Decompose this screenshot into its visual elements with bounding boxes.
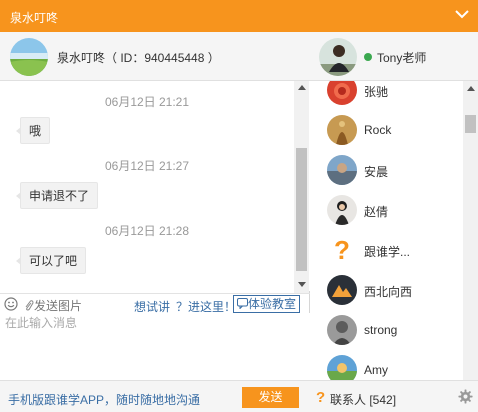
- message-bubble: 可以了吧: [15, 247, 87, 274]
- paperclip-icon: [25, 300, 34, 311]
- contact-name: 张驰: [364, 85, 389, 99]
- message-bubble: 申请退不了: [15, 182, 99, 209]
- input-toolbar: 发送图片 想试讲 ？进这里！ 体验教室: [0, 293, 310, 314]
- message-input[interactable]: 在此输入消息: [0, 313, 310, 380]
- teacher-avatar[interactable]: [319, 38, 357, 76]
- online-status-icon: [364, 53, 372, 61]
- title-bar: 泉水叮咚: [0, 0, 478, 32]
- contact-avatar: [327, 115, 357, 145]
- message-input-placeholder: 在此输入消息: [5, 316, 78, 330]
- message-bubble: 哦: [15, 117, 51, 144]
- contact-item[interactable]: Amy: [310, 351, 462, 380]
- message-timestamp: 06月12日 21:21: [104, 95, 190, 109]
- window-title: 泉水叮咚: [10, 11, 59, 25]
- contact-name: strong: [364, 323, 398, 337]
- message-timestamp: 06月12日 21:27: [104, 159, 190, 173]
- contact-name: 赵倩: [364, 205, 389, 219]
- contact-name: Rock: [364, 123, 392, 137]
- contact-item[interactable]: 赵倩: [310, 191, 462, 231]
- contacts-panel: Tony老师 张驰 Rock 安晨 赵倩 ? 跟谁学... 西北向西 stron…: [310, 32, 478, 412]
- user-avatar[interactable]: [10, 38, 48, 76]
- chat-bubble-icon: [237, 298, 248, 309]
- teacher-header: Tony老师: [310, 32, 478, 81]
- contact-avatar: [327, 275, 357, 305]
- contact-list: 张驰 Rock 安晨 赵倩 ? 跟谁学... 西北向西 strong Amy: [310, 81, 478, 380]
- chat-footer: 手机版跟谁学APP，随时随地地沟通 发送: [0, 380, 310, 412]
- mobile-app-promo-link[interactable]: 手机版跟谁学APP，随时随地地沟通: [8, 391, 200, 408]
- message-timestamp: 06月12日 21:28: [104, 224, 190, 238]
- contact-avatar: [327, 155, 357, 185]
- scroll-down-arrow-icon[interactable]: [298, 282, 306, 287]
- contact-name: Amy: [364, 363, 388, 377]
- contact-item[interactable]: Rock: [310, 111, 462, 151]
- chevron-down-icon[interactable]: [454, 6, 470, 22]
- scroll-up-arrow-icon[interactable]: [298, 85, 306, 90]
- smiley-icon[interactable]: [4, 297, 18, 311]
- contacts-footer: ? 联系人 [542]: [310, 380, 478, 412]
- send-image-label: 发送图片: [34, 299, 83, 313]
- contacts-count-label[interactable]: 联系人 [542]: [330, 391, 396, 408]
- chat-header: 泉水叮咚（ ID：940445448 ）: [0, 32, 310, 81]
- scrollbar-thumb[interactable]: [296, 148, 307, 271]
- teacher-name: Tony老师: [377, 51, 427, 65]
- chat-partner-name: 泉水叮咚（ ID：940445448 ）: [57, 51, 220, 65]
- send-image-button[interactable]: 发送图片: [24, 297, 82, 314]
- scrollbar-thumb[interactable]: [465, 115, 476, 133]
- experience-classroom-button[interactable]: 体验教室: [233, 295, 301, 313]
- gear-icon[interactable]: [458, 389, 473, 404]
- contact-scrollbar[interactable]: [463, 81, 478, 380]
- svg-text:?: ?: [334, 235, 350, 265]
- message-scrollbar[interactable]: [294, 81, 309, 293]
- contact-item[interactable]: 安晨: [310, 151, 462, 191]
- contact-item[interactable]: 张驰: [310, 81, 462, 111]
- experience-classroom-label: 体验教室: [248, 297, 297, 311]
- contact-avatar: [327, 355, 357, 380]
- question-mark-icon: ?: [327, 235, 357, 265]
- contact-name: 安晨: [364, 165, 389, 179]
- contact-item[interactable]: ? 跟谁学...: [310, 231, 462, 271]
- contact-avatar: [327, 315, 357, 345]
- contact-avatar: [327, 81, 357, 105]
- message-list: 06月12日 21:21 哦 06月12日 21:27 申请退不了 06月12日…: [0, 81, 310, 291]
- contact-item[interactable]: 西北向西: [310, 271, 462, 311]
- scroll-up-arrow-icon[interactable]: [467, 86, 475, 91]
- contact-name: 跟谁学...: [364, 245, 411, 259]
- conversation-panel: 泉水叮咚（ ID：940445448 ） 06月12日 21:21 哦 06月1…: [0, 32, 310, 412]
- send-button[interactable]: 发送: [242, 387, 299, 408]
- contact-item[interactable]: strong: [310, 311, 462, 351]
- contact-name: 西北向西: [364, 285, 413, 299]
- contact-avatar: [327, 195, 357, 225]
- question-icon[interactable]: ?: [316, 389, 325, 406]
